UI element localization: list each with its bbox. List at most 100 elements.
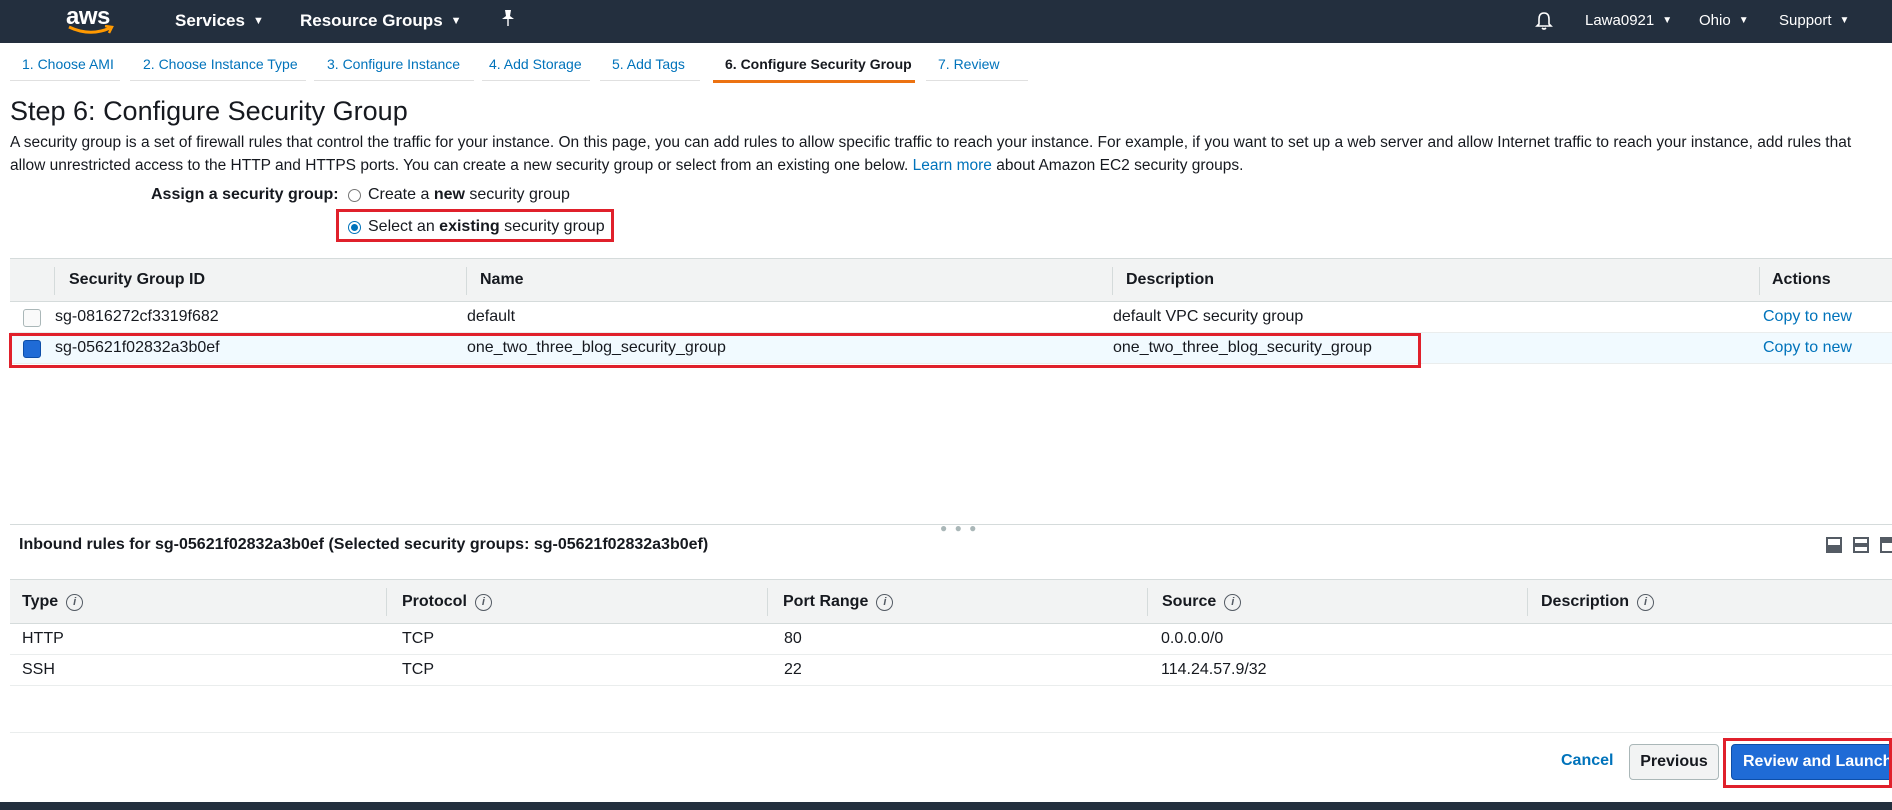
region-name: Ohio: [1699, 12, 1731, 29]
support-label: Support: [1779, 12, 1832, 29]
copy-to-new-link[interactable]: Copy to new: [1763, 339, 1852, 357]
services-label: Services: [175, 11, 245, 30]
option-new-pre: Create a: [368, 186, 430, 203]
radio-select-existing-security-group[interactable]: Select an existing security group: [348, 218, 605, 236]
chevron-down-icon: ▼: [252, 15, 264, 27]
footer-bar: [0, 802, 1892, 810]
info-icon[interactable]: i: [876, 593, 894, 611]
services-menu[interactable]: Services ▼: [175, 11, 264, 31]
step-configure-instance[interactable]: 3. Configure Instance: [314, 56, 474, 81]
cell-port-range: 22: [784, 661, 802, 678]
info-icon[interactable]: i: [66, 593, 84, 611]
user-menu[interactable]: Lawa0921 ▼: [1585, 12, 1672, 29]
option-existing-post: security group: [504, 218, 605, 235]
header-source-label: Source: [1162, 593, 1217, 610]
inbound-rules-header: Type i Protocol i Port Range i Source i Desc…: [10, 579, 1892, 624]
pin-icon[interactable]: [500, 9, 516, 32]
inbound-rules-title: Inbound rules for sg-05621f02832a3b0ef (…: [19, 536, 709, 553]
table-row: HTTP TCP 80 0.0.0.0/0: [10, 624, 1892, 655]
cell-type: SSH: [22, 661, 55, 678]
chevron-down-icon: ▼: [1839, 15, 1850, 26]
cancel-button[interactable]: Cancel: [1561, 752, 1613, 770]
chevron-down-icon: ▼: [450, 15, 462, 27]
info-icon[interactable]: i: [1224, 593, 1242, 611]
cell-source: 0.0.0.0/0: [1161, 630, 1224, 647]
bell-icon[interactable]: [1535, 11, 1553, 35]
header-description[interactable]: Description: [1126, 271, 1214, 289]
header-type-label: Type: [22, 593, 59, 610]
column-separator: [767, 588, 768, 616]
row-checkbox[interactable]: [23, 340, 41, 358]
radio-create-new-security-group[interactable]: Create a new security group: [348, 186, 570, 204]
column-separator: [54, 267, 55, 295]
drag-handle-icon[interactable]: ● ● ●: [940, 521, 978, 535]
header-description: Description i: [1541, 593, 1655, 611]
header-protocol: Protocol i: [402, 593, 492, 611]
security-group-table: Security Group ID Name Description Actio…: [10, 258, 1892, 364]
step-add-storage[interactable]: 4. Add Storage: [482, 56, 590, 81]
header-actions: Actions: [1772, 271, 1831, 288]
cell-protocol: TCP: [402, 630, 434, 647]
header-name[interactable]: Name: [480, 271, 524, 289]
cell-name: one_two_three_blog_security_group: [467, 339, 726, 356]
copy-to-new-link[interactable]: Copy to new: [1763, 308, 1852, 326]
header-port-range-label: Port Range: [783, 593, 869, 610]
step-choose-instance-type[interactable]: 2. Choose Instance Type: [130, 56, 306, 81]
info-icon[interactable]: i: [474, 593, 492, 611]
intro-paragraph: A security group is a set of firewall ru…: [10, 131, 1890, 177]
cell-source: 114.24.57.9/32: [1161, 661, 1267, 678]
column-separator: [1527, 588, 1528, 616]
aws-logo[interactable]: aws: [66, 3, 118, 39]
panel-minimize-icon[interactable]: [1826, 537, 1842, 553]
security-group-table-header: Security Group ID Name Description Actio…: [10, 258, 1892, 302]
radio-new[interactable]: [348, 188, 361, 202]
learn-more-link[interactable]: Learn more: [913, 157, 992, 174]
chevron-down-icon: ▼: [1662, 15, 1673, 26]
header-protocol-label: Protocol: [402, 593, 467, 610]
panel-maximize-icon[interactable]: [1880, 537, 1892, 553]
top-nav-bar: aws Services ▼ Resource Groups ▼ Lawa0921 ▼…: [0, 0, 1892, 43]
resource-groups-label: Resource Groups: [300, 11, 443, 30]
panel-size-controls: [1826, 537, 1892, 553]
column-separator: [466, 267, 467, 295]
info-icon[interactable]: i: [1637, 593, 1655, 611]
column-separator: [1147, 588, 1148, 616]
page-title: Step 6: Configure Security Group: [10, 96, 408, 126]
step-review[interactable]: 7. Review: [926, 56, 1028, 81]
table-row[interactable]: sg-05621f02832a3b0ef one_two_three_blog_…: [10, 333, 1892, 364]
option-existing-bold: existing: [439, 218, 500, 235]
step-add-tags[interactable]: 5. Add Tags: [600, 56, 700, 81]
step-choose-ami[interactable]: 1. Choose AMI: [10, 56, 120, 81]
step-configure-security-group[interactable]: 6. Configure Security Group: [713, 56, 915, 83]
resource-groups-menu[interactable]: Resource Groups ▼: [300, 11, 462, 31]
assign-security-group-label: Assign a security group:: [151, 186, 339, 203]
header-source: Source i: [1162, 593, 1242, 611]
chevron-down-icon: ▼: [1738, 15, 1749, 26]
region-menu[interactable]: Ohio ▼: [1699, 12, 1749, 29]
intro-suffix: about Amazon EC2 security groups.: [996, 157, 1244, 174]
cell-type: HTTP: [22, 630, 64, 647]
review-and-launch-button[interactable]: Review and Launch: [1731, 744, 1892, 780]
column-separator: [386, 588, 387, 616]
previous-button[interactable]: Previous: [1629, 744, 1719, 780]
wizard-steps: 1. Choose AMI 2. Choose Instance Type 3.…: [0, 50, 1892, 86]
header-security-group-id[interactable]: Security Group ID: [69, 271, 205, 289]
cell-description: default VPC security group: [1113, 308, 1304, 325]
table-row[interactable]: sg-0816272cf3319f682 default default VPC…: [10, 302, 1892, 333]
inbound-rules-table: Type i Protocol i Port Range i Source i Desc…: [10, 579, 1892, 686]
cell-protocol: TCP: [402, 661, 434, 678]
cell-description: one_two_three_blog_security_group: [1113, 339, 1372, 356]
cell-security-group-id: sg-0816272cf3319f682: [55, 308, 219, 325]
option-new-post: security group: [469, 186, 570, 203]
smile-arrow-icon: [68, 25, 114, 34]
header-port-range: Port Range i: [783, 593, 894, 611]
cell-port-range: 80: [784, 630, 802, 647]
column-separator: [1112, 267, 1113, 295]
support-menu[interactable]: Support ▼: [1779, 12, 1849, 29]
panel-split-icon[interactable]: [1853, 537, 1869, 553]
radio-existing[interactable]: [348, 220, 361, 234]
header-description-label: Description: [1541, 593, 1630, 610]
user-name: Lawa0921: [1585, 12, 1655, 29]
row-checkbox[interactable]: [23, 309, 41, 327]
option-new-bold: new: [433, 186, 465, 203]
